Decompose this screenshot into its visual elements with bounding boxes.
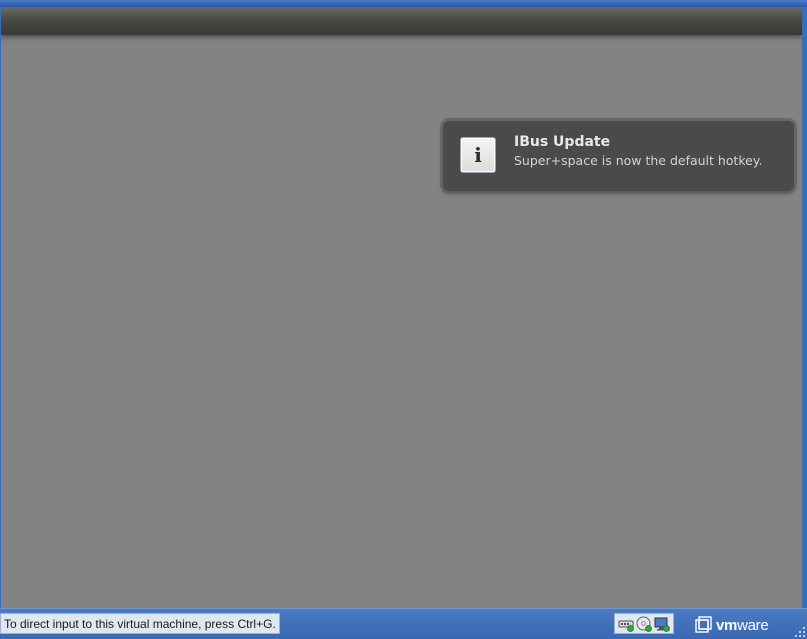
vmware-logo-icon [695, 616, 712, 633]
notification-bubble[interactable]: i IBus Update Super+space is now the def… [443, 121, 794, 191]
cd-dvd-drive-icon[interactable] [636, 616, 652, 632]
status-message-text: To direct input to this virtual machine,… [4, 616, 276, 631]
vmware-logo: vmware [695, 615, 769, 635]
notification-body: Super+space is now the default hotkey. [514, 153, 763, 168]
vmware-brand-text: vmware [716, 616, 769, 634]
resize-grip-icon[interactable] [794, 626, 806, 638]
notification-title: IBus Update [514, 134, 611, 150]
vmware-brand-prefix: vm [716, 616, 738, 634]
vmware-brand-suffix: ware [737, 616, 769, 634]
window-right-edge [802, 7, 807, 608]
guest-screen[interactable]: i IBus Update Super+space is now the def… [1, 7, 802, 608]
status-message: To direct input to this virtual machine,… [0, 613, 280, 634]
guest-top-panel[interactable] [1, 7, 802, 35]
info-icon: i [460, 137, 496, 173]
network-adapter-icon[interactable] [618, 616, 634, 632]
display-icon[interactable] [654, 616, 670, 632]
vm-window: i IBus Update Super+space is now the def… [0, 0, 807, 639]
device-tray [614, 613, 674, 634]
info-icon-glyph: i [474, 143, 482, 167]
status-bar: To direct input to this virtual machine,… [0, 608, 807, 639]
window-top-edge [0, 0, 807, 7]
